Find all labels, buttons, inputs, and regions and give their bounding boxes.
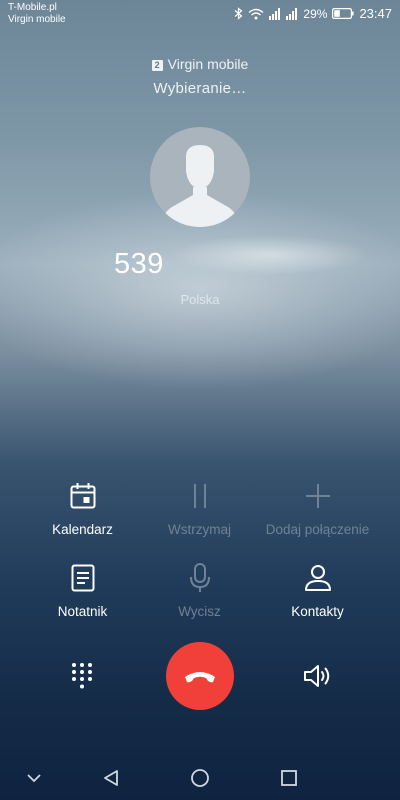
contacts-button[interactable]: Kontakty (251, 562, 384, 619)
square-recents-icon (281, 770, 297, 786)
phone-number: 539 (114, 248, 164, 280)
carrier-name-secondary: Virgin mobile (8, 14, 66, 25)
background-glow-highlight (170, 235, 370, 275)
mute-label: Wycisz (178, 604, 221, 619)
nav-back-button[interactable] (99, 766, 123, 790)
call-screen: T-Mobile.pl Virgin mobile 29% 23:47 2 Vir… (0, 0, 400, 800)
plus-icon (251, 480, 384, 512)
hold-label: Wstrzymaj (168, 522, 231, 537)
add-call-label: Dodaj połączenie (265, 522, 370, 537)
dialpad-icon (72, 663, 92, 689)
battery-icon (332, 8, 355, 19)
dialpad-button[interactable] (62, 656, 102, 696)
triangle-back-icon (104, 770, 118, 786)
notes-label: Notatnik (57, 604, 108, 619)
circle-home-icon (191, 769, 209, 787)
microphone-icon (133, 562, 266, 594)
bluetooth-icon (234, 7, 243, 20)
mute-button[interactable]: Wycisz (133, 562, 266, 619)
person-silhouette-icon (162, 145, 238, 227)
status-icons: 29% 23:47 (234, 6, 392, 21)
pause-icon (133, 480, 266, 512)
call-state: Wybieranie… (153, 80, 247, 97)
notes-button[interactable]: Notatnik (16, 562, 149, 619)
carrier-name-primary: T-Mobile.pl (8, 2, 57, 13)
sim-carrier: Virgin mobile (167, 56, 249, 72)
battery-percent: 29% (303, 6, 328, 21)
nav-home-button[interactable] (188, 766, 212, 790)
add-call-button[interactable]: Dodaj połączenie (251, 480, 384, 537)
calendar-button[interactable]: Kalendarz (16, 480, 149, 537)
person-icon (251, 562, 384, 594)
speaker-button[interactable] (298, 656, 338, 696)
nav-recents-button[interactable] (277, 766, 301, 790)
end-call-button[interactable] (166, 642, 234, 710)
status-time: 23:47 (359, 6, 392, 21)
contacts-label: Kontakty (291, 604, 344, 619)
navigation-bar (0, 752, 400, 800)
signal-sim2-icon (286, 7, 298, 20)
contact-avatar (150, 127, 250, 227)
chevron-down-icon (27, 774, 41, 783)
signal-sim1-icon (269, 7, 281, 20)
calendar-icon (16, 480, 149, 512)
call-location: Polska (180, 292, 220, 307)
sim-carrier-line: 2 Virgin mobile (0, 56, 400, 72)
wifi-icon (248, 8, 264, 20)
nav-hide-button[interactable] (22, 766, 46, 790)
notepad-icon (16, 562, 149, 594)
sim-badge: 2 (151, 60, 163, 71)
end-call-icon (185, 672, 215, 683)
speaker-icon (304, 665, 330, 687)
calendar-label: Kalendarz (52, 522, 113, 537)
hold-button[interactable]: Wstrzymaj (133, 480, 266, 537)
status-bar: T-Mobile.pl Virgin mobile 29% 23:47 (0, 0, 400, 28)
